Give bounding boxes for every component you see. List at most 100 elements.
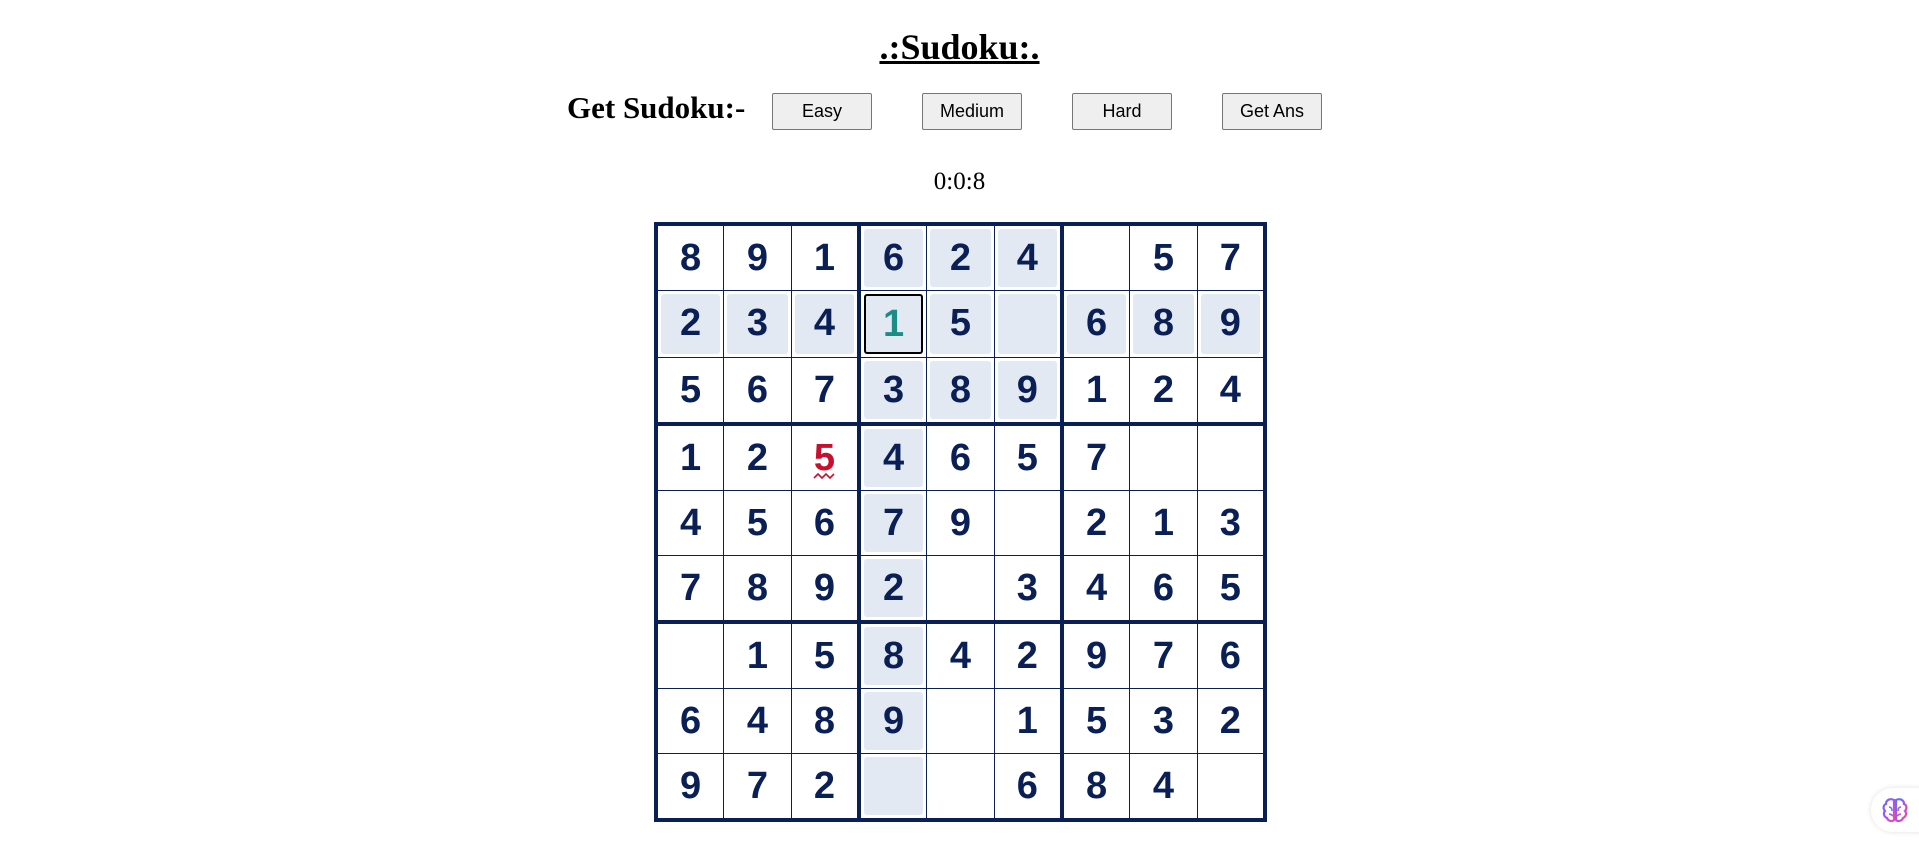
sudoku-cell-input[interactable]: 2 xyxy=(795,757,854,815)
sudoku-cell-input[interactable]: 1 xyxy=(863,294,924,354)
sudoku-cell-input[interactable]: 4 xyxy=(727,692,788,750)
sudoku-cell-input[interactable]: 3 xyxy=(863,361,924,419)
sudoku-cell-input[interactable]: 8 xyxy=(930,361,991,419)
sudoku-cell-input[interactable] xyxy=(661,627,720,685)
extension-button[interactable] xyxy=(1871,788,1919,832)
sudoku-cell: 9 xyxy=(993,357,1063,425)
sudoku-cell-input[interactable]: 6 xyxy=(1066,294,1127,354)
sudoku-cell-input[interactable]: 7 xyxy=(1067,429,1126,487)
sudoku-cell-input[interactable]: 5 xyxy=(795,627,854,685)
sudoku-cell-input[interactable]: 6 xyxy=(1133,559,1194,617)
sudoku-cell-input[interactable]: 9 xyxy=(930,494,991,552)
sudoku-cell-input[interactable] xyxy=(863,757,924,815)
sudoku-cell-input[interactable]: 5 xyxy=(1067,692,1126,750)
sudoku-cell-input[interactable]: 6 xyxy=(795,494,854,552)
sudoku-cell-input[interactable] xyxy=(997,294,1057,354)
sudoku-cell: 2 xyxy=(790,753,860,822)
sudoku-cell-input[interactable]: 2 xyxy=(1201,692,1260,750)
sudoku-cell-input[interactable]: 6 xyxy=(998,757,1057,815)
sudoku-cell-input[interactable]: 6 xyxy=(661,692,720,750)
sudoku-cell-input[interactable]: 5 xyxy=(661,361,720,419)
sudoku-cell-input[interactable]: 2 xyxy=(930,229,991,287)
sudoku-cell: 5 xyxy=(1196,555,1267,623)
sudoku-cell: 7 xyxy=(856,490,928,556)
sudoku-cell-input[interactable]: 4 xyxy=(661,494,720,552)
sudoku-cell-input[interactable]: 5 xyxy=(1201,559,1260,617)
sudoku-cell-input[interactable]: 8 xyxy=(727,559,788,617)
sudoku-cell-input[interactable]: 3 xyxy=(1201,494,1260,552)
sudoku-cell-input[interactable]: 1 xyxy=(1133,494,1194,552)
sudoku-cell-input[interactable]: 2 xyxy=(1067,494,1126,552)
sudoku-cell-input[interactable] xyxy=(1201,757,1260,815)
sudoku-cell-input[interactable]: 7 xyxy=(795,361,854,419)
sudoku-cell-input[interactable]: 4 xyxy=(1067,559,1126,617)
sudoku-cell-input[interactable]: 9 xyxy=(863,692,924,750)
sudoku-cell-input[interactable]: 7 xyxy=(727,757,788,815)
sudoku-cell-input[interactable]: 3 xyxy=(1133,692,1194,750)
sudoku-cell-input[interactable]: 7 xyxy=(1201,229,1260,287)
medium-button[interactable]: Medium xyxy=(922,93,1022,130)
sudoku-cell-input[interactable] xyxy=(1201,429,1260,487)
sudoku-cell-input[interactable]: 4 xyxy=(930,627,991,685)
sudoku-cell-input[interactable]: 9 xyxy=(997,361,1057,419)
sudoku-cell-input[interactable]: 6 xyxy=(727,361,788,419)
sudoku-cell-input[interactable]: 5 xyxy=(727,494,788,552)
sudoku-cell: 7 xyxy=(790,357,860,425)
sudoku-cell-input[interactable]: 8 xyxy=(795,692,854,750)
sudoku-cell-input[interactable]: 6 xyxy=(863,229,924,287)
sudoku-cell-input[interactable]: 1 xyxy=(1067,361,1126,419)
sudoku-cell-input[interactable]: 6 xyxy=(930,429,991,487)
get-ans-button[interactable]: Get Ans xyxy=(1222,93,1322,130)
sudoku-cell: 7 xyxy=(1059,422,1131,491)
sudoku-cell-input[interactable] xyxy=(998,494,1057,552)
sudoku-cell-input[interactable] xyxy=(930,559,991,617)
sudoku-cell-input[interactable]: 4 xyxy=(1201,361,1260,419)
sudoku-cell-input[interactable]: 9 xyxy=(727,229,788,287)
sudoku-cell-input[interactable]: 8 xyxy=(863,627,924,685)
sudoku-cell-input[interactable]: 2 xyxy=(1133,361,1194,419)
sudoku-cell-input[interactable] xyxy=(1133,429,1194,487)
sudoku-cell-input[interactable]: 5 xyxy=(998,429,1057,487)
sudoku-cell-input[interactable]: 8 xyxy=(1067,757,1126,815)
sudoku-cell-input[interactable]: 1 xyxy=(661,429,720,487)
sudoku-cell: 8 xyxy=(790,688,860,754)
sudoku-cell-input[interactable]: 9 xyxy=(1200,294,1260,354)
sudoku-cell-input[interactable] xyxy=(930,692,991,750)
sudoku-cell-input[interactable]: 4 xyxy=(863,429,924,487)
sudoku-cell: 4 xyxy=(993,222,1063,291)
sudoku-cell-input[interactable]: 5 xyxy=(930,294,991,354)
sudoku-cell-input[interactable]: 1 xyxy=(998,692,1057,750)
sudoku-cell-input[interactable]: 9 xyxy=(795,559,854,617)
easy-button[interactable]: Easy xyxy=(772,93,872,130)
sudoku-cell: 7 xyxy=(1129,620,1198,689)
sudoku-cell-input[interactable]: 1 xyxy=(795,229,854,287)
sudoku-cell-input[interactable]: 4 xyxy=(997,229,1057,287)
sudoku-cell-input[interactable]: 5 xyxy=(795,429,854,487)
sudoku-cell-input[interactable]: 5 xyxy=(1133,229,1194,287)
sudoku-cell-input[interactable] xyxy=(930,757,991,815)
sudoku-cell-input[interactable]: 2 xyxy=(727,429,788,487)
sudoku-cell-input[interactable] xyxy=(1067,229,1126,287)
sudoku-cell-input[interactable]: 9 xyxy=(1067,627,1126,685)
get-sudoku-label: Get Sudoku:- xyxy=(567,90,746,125)
sudoku-cell-input[interactable]: 7 xyxy=(1133,627,1194,685)
sudoku-cell-input[interactable]: 7 xyxy=(863,494,924,552)
sudoku-cell: 4 xyxy=(1129,753,1198,822)
sudoku-cell: 9 xyxy=(1059,620,1131,689)
sudoku-cell-input[interactable]: 2 xyxy=(661,294,721,354)
sudoku-cell-input[interactable]: 8 xyxy=(661,229,720,287)
sudoku-cell: 7 xyxy=(723,753,792,822)
sudoku-cell-input[interactable]: 3 xyxy=(727,294,788,354)
sudoku-cell-input[interactable]: 6 xyxy=(1201,627,1260,685)
sudoku-cell-input[interactable]: 3 xyxy=(998,559,1057,617)
sudoku-cell-input[interactable]: 2 xyxy=(863,559,924,617)
sudoku-cell-input[interactable]: 4 xyxy=(794,294,854,354)
sudoku-cell-input[interactable]: 1 xyxy=(727,627,788,685)
sudoku-cell-input[interactable]: 8 xyxy=(1133,294,1194,354)
hard-button[interactable]: Hard xyxy=(1072,93,1172,130)
sudoku-cell-input[interactable]: 4 xyxy=(1133,757,1194,815)
sudoku-cell-input[interactable]: 7 xyxy=(661,559,720,617)
page-title: .:Sudoku:. xyxy=(879,27,1040,67)
sudoku-cell-input[interactable]: 2 xyxy=(998,627,1057,685)
sudoku-cell-input[interactable]: 9 xyxy=(661,757,720,815)
